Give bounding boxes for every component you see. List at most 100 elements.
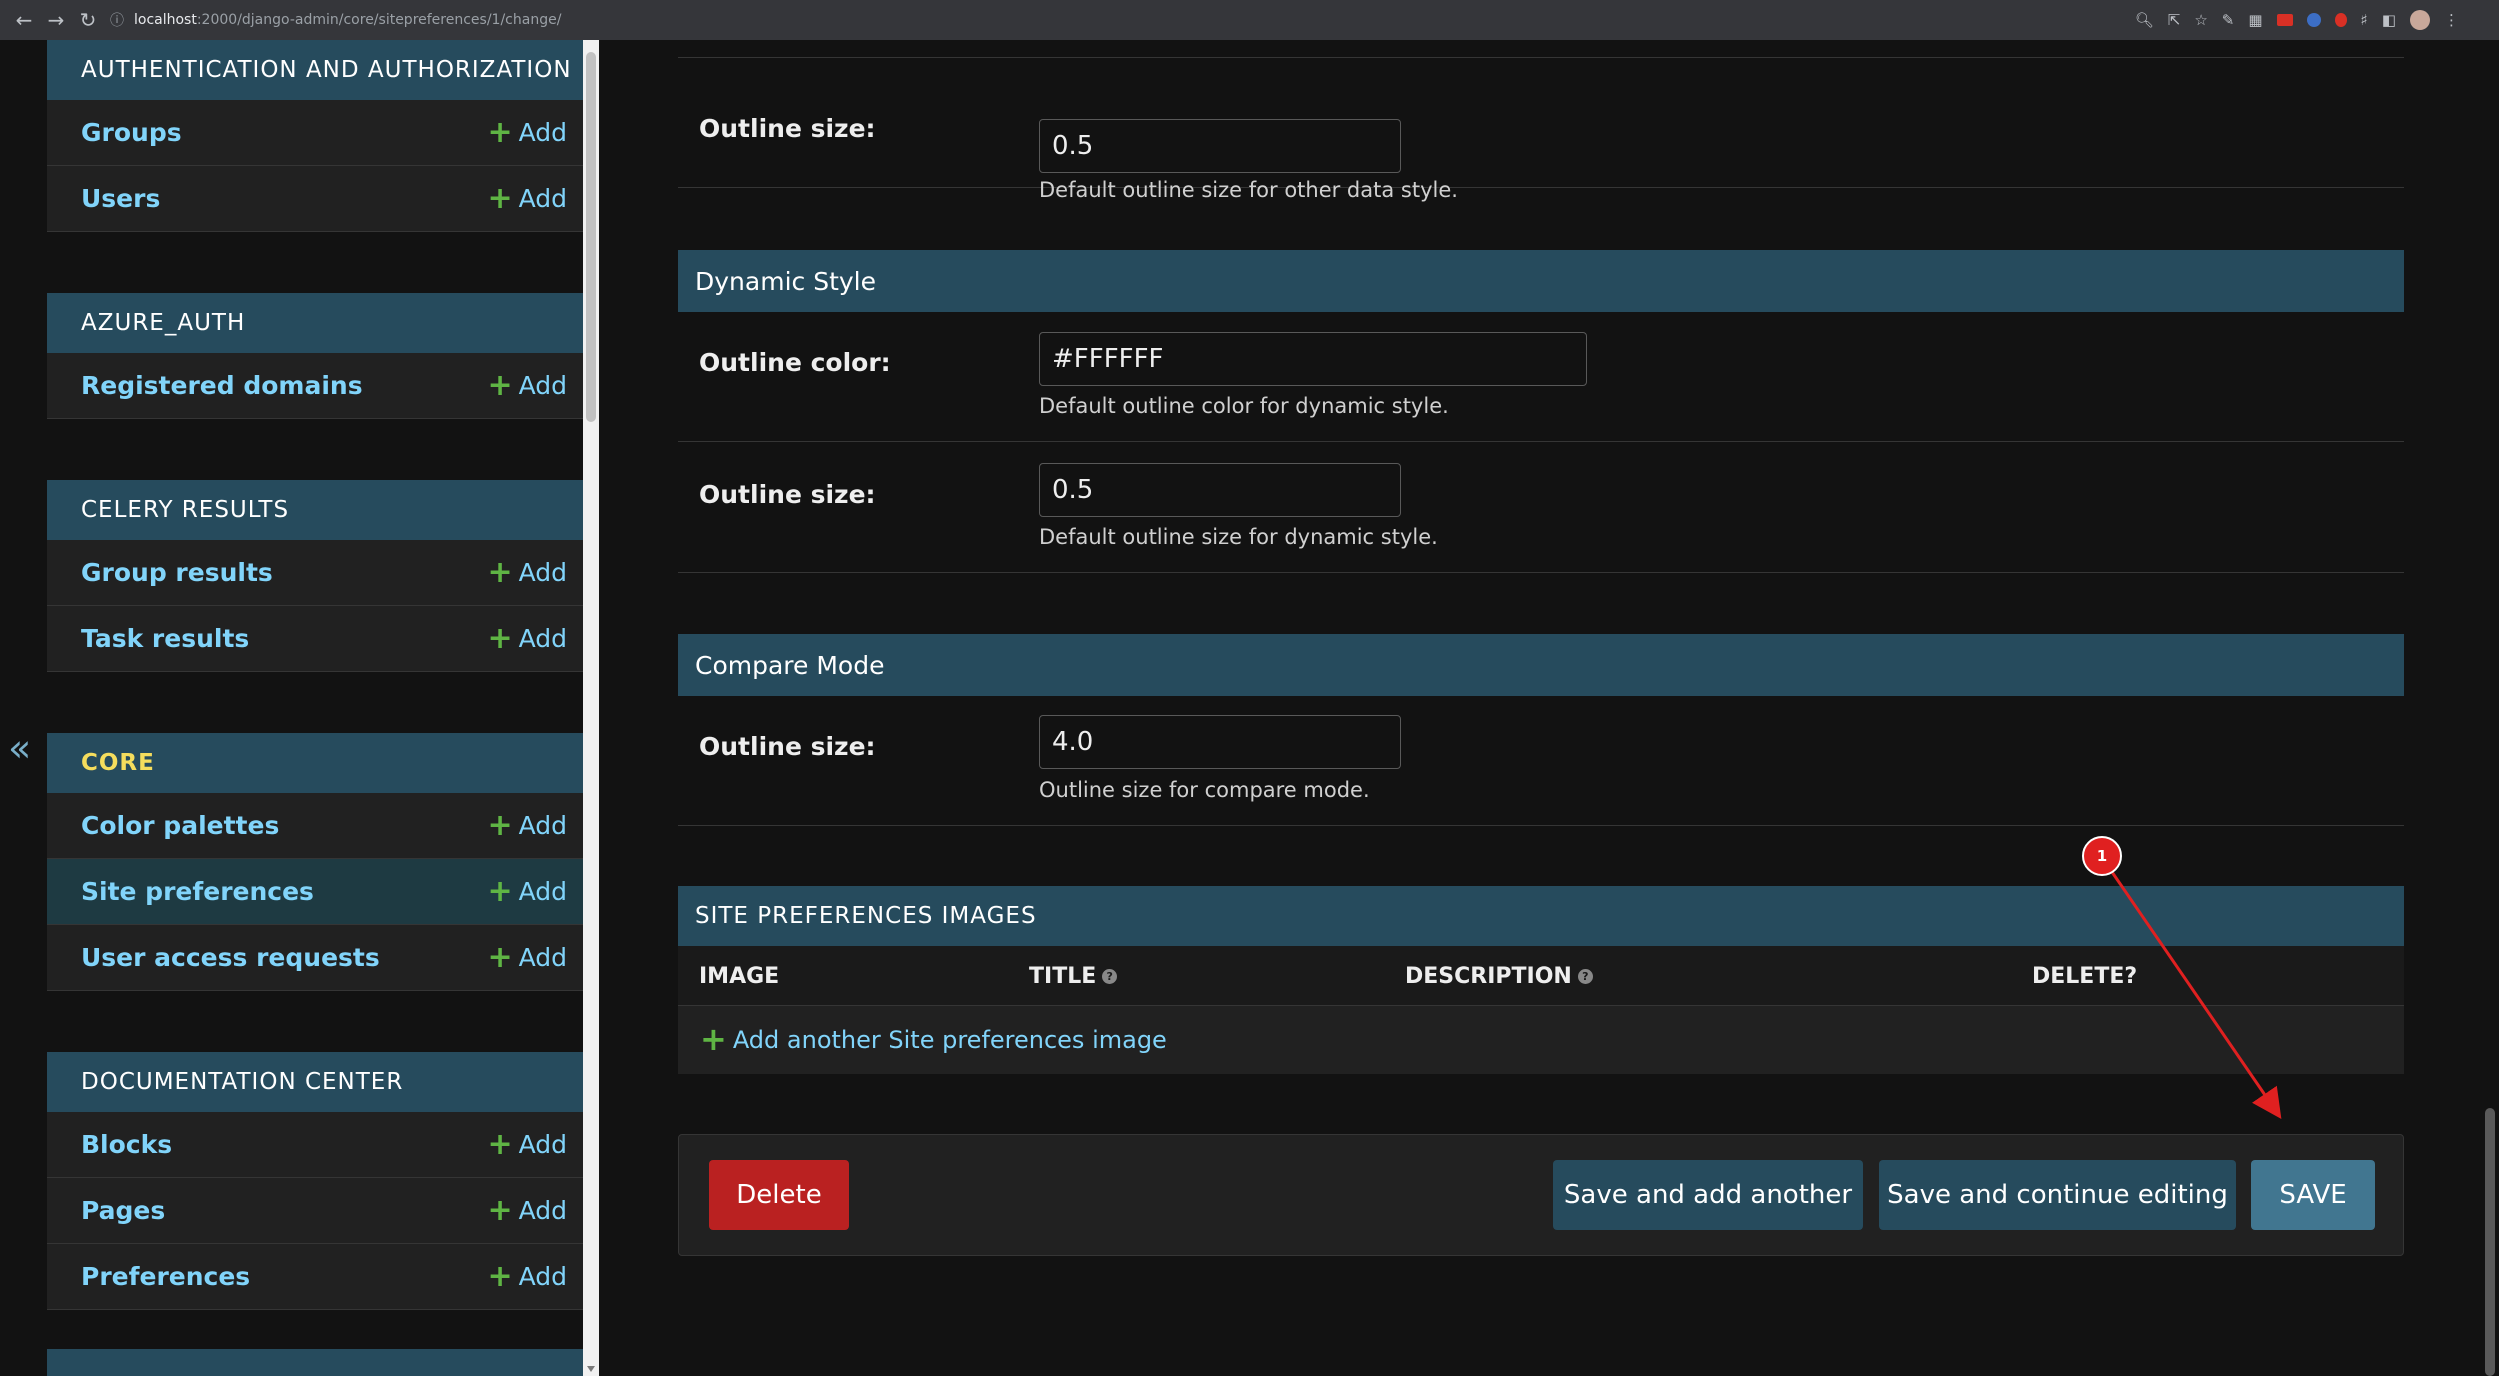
add-link[interactable]: + Add: [487, 184, 567, 214]
save-and-add-another-button[interactable]: Save and add another: [1553, 1160, 1863, 1230]
outline-size-input[interactable]: [1039, 715, 1401, 769]
module-caption[interactable]: DOCUMENTATION CENTER: [47, 1052, 583, 1112]
zoom-icon[interactable]: 🔍︎: [2135, 11, 2154, 29]
browser-menu-icon[interactable]: ⋮: [2444, 11, 2459, 29]
fieldset-heading-compare-mode: Compare Mode: [678, 634, 2404, 696]
sidebar-item-users: Users + Add: [47, 166, 583, 232]
fieldset-heading-dynamic-style: Dynamic Style: [678, 250, 2404, 312]
plus-icon: +: [487, 115, 513, 150]
sidebar-item-preferences: Preferences + Add: [47, 1244, 583, 1310]
column-label: DESCRIPTION: [1405, 964, 1572, 989]
profile-avatar[interactable]: [2410, 10, 2430, 30]
inline-caption: SITE PREFERENCES IMAGES: [678, 886, 2404, 946]
column-label: TITLE: [1029, 964, 1097, 989]
model-link[interactable]: Color palettes: [81, 811, 279, 840]
cc-extension-icon[interactable]: ▦: [2248, 11, 2262, 29]
model-link[interactable]: Task results: [81, 624, 249, 653]
plus-icon: +: [487, 368, 513, 403]
field-label: Outline size:: [699, 480, 876, 509]
app-module-core: CORE Color palettes + Add Site preference…: [47, 733, 583, 991]
add-label: Add: [518, 558, 567, 587]
column-header-title: TITLE?: [1029, 964, 1118, 989]
page-scrollbar-thumb[interactable]: [2485, 1108, 2495, 1376]
sidebar-item-registered-domains: Registered domains + Add: [47, 353, 583, 419]
model-link[interactable]: User access requests: [81, 943, 380, 972]
module-caption-next-partial: [47, 1349, 583, 1376]
model-link[interactable]: Registered domains: [81, 371, 363, 400]
sidebar-item-pages: Pages + Add: [47, 1178, 583, 1244]
add-link[interactable]: + Add: [487, 808, 567, 843]
add-link[interactable]: + Add: [487, 1130, 567, 1160]
outline-size-input[interactable]: [1039, 119, 1401, 173]
sidebar-scroll-thumb[interactable]: [586, 52, 596, 422]
form-row-other-outline-size: Outline size: Default outline size for o…: [678, 58, 2404, 202]
help-icon[interactable]: ?: [1577, 969, 1593, 984]
share-icon[interactable]: ⇱: [2168, 11, 2181, 29]
annotation-step-badge: 1: [2082, 836, 2122, 876]
add-label: Add: [518, 371, 567, 400]
module-caption[interactable]: AZURE_AUTH: [47, 293, 583, 353]
address-bar[interactable]: ⓘ localhost :2000/django-admin/core/site…: [110, 5, 561, 35]
extensions-puzzle-icon[interactable]: ♯: [2361, 11, 2368, 29]
module-caption-current[interactable]: CORE: [47, 733, 583, 793]
model-link[interactable]: Group results: [81, 558, 273, 587]
red-shield-extension-icon[interactable]: [2334, 13, 2347, 27]
add-label: Add: [518, 624, 567, 653]
form-row-compare-outline-size: Outline size: Outline size for compare m…: [678, 696, 2404, 826]
reload-icon[interactable]: ↻: [72, 4, 104, 36]
add-another-link[interactable]: Add another Site preferences image: [733, 1026, 1167, 1054]
add-link[interactable]: + Add: [487, 624, 567, 654]
field-label: Outline size:: [699, 732, 876, 761]
add-link[interactable]: + Add: [487, 1262, 567, 1292]
inline-group-site-preferences-images: SITE PREFERENCES IMAGES IMAGE TITLE? DES…: [678, 886, 2404, 1074]
add-link[interactable]: + Add: [487, 558, 567, 588]
forward-icon[interactable]: →: [40, 4, 72, 36]
field-label: Outline size:: [699, 114, 876, 143]
add-label: Add: [518, 118, 567, 147]
blue-extension-icon[interactable]: [2306, 13, 2321, 27]
model-link[interactable]: Preferences: [81, 1262, 250, 1291]
save-button[interactable]: SAVE: [2251, 1160, 2375, 1230]
outline-color-input[interactable]: [1039, 332, 1587, 386]
add-label: Add: [518, 184, 567, 213]
pen-extension-icon[interactable]: ✎: [2222, 11, 2235, 29]
form-row-partial: [678, 40, 2404, 58]
app-module-auth: AUTHENTICATION AND AUTHORIZATION Groups …: [47, 40, 583, 232]
model-link[interactable]: Users: [81, 184, 160, 213]
add-link[interactable]: + Add: [487, 115, 567, 150]
module-caption[interactable]: CELERY RESULTS: [47, 480, 583, 540]
site-info-icon[interactable]: ⓘ: [110, 10, 124, 30]
inline-table-header: IMAGE TITLE? DESCRIPTION? DELETE?: [678, 946, 2404, 1006]
add-link[interactable]: + Add: [487, 877, 567, 907]
model-link[interactable]: Groups: [81, 118, 182, 147]
model-link[interactable]: Site preferences: [81, 877, 314, 906]
app-module-azure-auth: AZURE_AUTH Registered domains + Add: [47, 293, 583, 419]
sidebar-item-color-palettes: Color palettes + Add: [47, 793, 583, 859]
add-label: Add: [518, 943, 567, 972]
bookmark-star-icon[interactable]: ☆: [2194, 11, 2207, 29]
sidebar-scrollbar[interactable]: [583, 40, 599, 1376]
model-link[interactable]: Pages: [81, 1196, 165, 1225]
plus-icon: +: [487, 808, 513, 843]
help-text: Default outline size for dynamic style.: [1039, 525, 1438, 549]
add-link[interactable]: + Add: [487, 368, 567, 403]
module-caption[interactable]: AUTHENTICATION AND AUTHORIZATION: [47, 40, 583, 100]
collapse-sidebar-icon[interactable]: «: [8, 728, 31, 768]
column-label: IMAGE: [699, 964, 780, 989]
url-host: localhost: [134, 12, 197, 28]
red-extension-icon[interactable]: [2276, 14, 2293, 26]
add-label: Add: [518, 1130, 567, 1159]
outline-size-input[interactable]: [1039, 463, 1401, 517]
column-header-image: IMAGE: [699, 964, 779, 989]
side-panel-icon[interactable]: ◧: [2382, 11, 2396, 29]
help-text: Default outline size for other data styl…: [1039, 178, 1458, 202]
add-link[interactable]: + Add: [487, 1196, 567, 1226]
model-link[interactable]: Blocks: [81, 1130, 172, 1159]
help-icon[interactable]: ?: [1102, 969, 1118, 984]
delete-button[interactable]: Delete: [709, 1160, 849, 1230]
back-icon[interactable]: ←: [8, 4, 40, 36]
scroll-down-arrow-icon[interactable]: [587, 1366, 595, 1372]
save-and-continue-button[interactable]: Save and continue editing: [1879, 1160, 2236, 1230]
add-link[interactable]: + Add: [487, 943, 567, 973]
help-text: Outline size for compare mode.: [1039, 778, 1370, 802]
